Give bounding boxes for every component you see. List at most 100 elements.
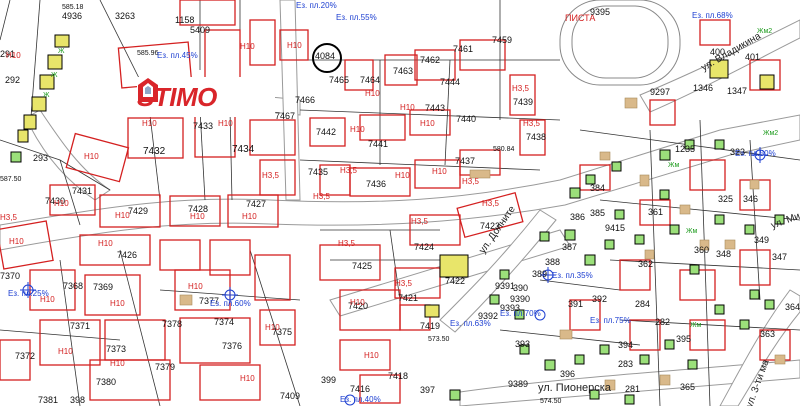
- parcel-label: 7442: [316, 127, 337, 137]
- cadastral-map[interactable]: STIMO 4084 ПИСТА 4936 3263 1158 5409 746…: [0, 0, 800, 406]
- parcel-label: 346: [743, 194, 759, 204]
- zone-code: Н10: [287, 41, 302, 50]
- zone-code: Н3,5: [482, 199, 499, 208]
- parcel-label: 362: [638, 259, 654, 269]
- zone-code: Н10: [54, 199, 69, 208]
- zone-code: Н3,5: [395, 279, 412, 288]
- parcel-label: 398: [70, 395, 86, 405]
- zone-code: Н3,5: [340, 166, 357, 175]
- parcel-label: 397: [420, 385, 436, 395]
- parcel-label: 385: [590, 208, 606, 218]
- parcel-label: 5409: [190, 25, 211, 35]
- zone-code: Н10: [110, 359, 125, 368]
- parcel-label: 7465: [329, 75, 350, 85]
- parcel-label: 7434: [232, 144, 255, 155]
- zone-label-green: Ж: [51, 72, 58, 79]
- parcel-label: 7371: [70, 321, 91, 331]
- parcel-label: 7373: [106, 344, 127, 354]
- zone-code: Н10: [9, 237, 24, 246]
- parcel-label: 283: [618, 359, 634, 369]
- zone-code: Н10: [218, 119, 233, 128]
- zone-code: Н10: [98, 239, 113, 248]
- zone-code: Н10: [365, 89, 380, 98]
- parcel-label: 361: [648, 207, 664, 217]
- parcel-label: 1347: [727, 86, 748, 96]
- zone-code: Н10: [242, 212, 257, 221]
- parcel-label: 7422: [445, 276, 466, 286]
- parcel-label: 7418: [388, 371, 409, 381]
- elevation-label: 585.96: [137, 50, 159, 57]
- zone-code: Н10: [110, 299, 125, 308]
- zone-code: Н3,5: [411, 217, 428, 226]
- parcel-label: 7381: [38, 395, 59, 405]
- parcel-label: 9390: [510, 294, 531, 304]
- zone-code: Н10: [240, 42, 255, 51]
- zone-code: Н10: [420, 119, 435, 128]
- zone-code: Н3,5: [0, 213, 17, 222]
- elevation-label: 580.84: [493, 146, 515, 153]
- coverage-note: Ез. пл.35%: [552, 271, 593, 280]
- parcel-label: 7409: [280, 391, 301, 401]
- parcel-label: 9395: [590, 7, 611, 17]
- parcel-label: 7374: [214, 317, 235, 327]
- parcel-label: 7459: [492, 35, 513, 45]
- parcel-label: 7466: [295, 95, 316, 105]
- zone-label-green: Жм: [668, 162, 680, 169]
- parcel-label: 7379: [155, 362, 176, 372]
- parcel-label: 349: [754, 235, 770, 245]
- zone-code: Н10: [188, 282, 203, 291]
- parcel-label: 395: [676, 334, 692, 344]
- elevation-label: 574.50: [540, 398, 562, 405]
- parcel-label: 390: [513, 283, 529, 293]
- parcel-label: 7380: [96, 377, 117, 387]
- coverage-note: Ез. пл.20%: [296, 1, 337, 10]
- parcel-label: 9297: [650, 87, 671, 97]
- zone-code: Н10: [58, 347, 73, 356]
- parcel-label: 7429: [128, 206, 149, 216]
- parcel-label: 1158: [175, 15, 195, 25]
- parcel-label: 292: [5, 75, 21, 85]
- parcel-label: 7441: [368, 139, 389, 149]
- parcel-label: 281: [625, 384, 641, 394]
- brand-logo: STIMO: [137, 77, 275, 117]
- parcel-label: 7444: [440, 77, 461, 87]
- zone-code: Н3,5: [262, 171, 279, 180]
- parcel-label: 7424: [414, 242, 435, 252]
- parcel-label: 393: [515, 339, 531, 349]
- coverage-note: Ез. пл.75%: [590, 316, 631, 325]
- zone-label-green: Жм: [690, 322, 702, 329]
- parcel-label: 7467: [275, 111, 296, 121]
- zone-label-green: Ж: [58, 48, 65, 55]
- parcel-label: 401: [745, 52, 761, 62]
- parcel-label: 7427: [246, 199, 267, 209]
- parcel-label: 7464: [360, 75, 381, 85]
- zone-code: Н10: [350, 125, 365, 134]
- parcel-label: 7436: [366, 179, 387, 189]
- elevation-label: 573.50: [428, 336, 450, 343]
- parcel-label: 7416: [350, 384, 371, 394]
- zone-label-green: Жм2: [757, 28, 773, 35]
- parcel-label: 7463: [393, 66, 414, 76]
- parcel-label: 386: [570, 212, 586, 222]
- house-logo-icon: [138, 78, 158, 102]
- parcel-label: 364: [785, 302, 800, 312]
- parcel-label: 392: [592, 294, 608, 304]
- zone-code: Н10: [84, 152, 99, 161]
- parcel-label: 7461: [453, 44, 474, 54]
- parcel-label: 7440: [456, 114, 477, 124]
- zone-code: Н10: [350, 298, 365, 307]
- parcel-label: 293: [33, 153, 49, 163]
- parcel-label: 7425: [352, 261, 373, 271]
- parcel-label: 325: [718, 194, 734, 204]
- zone-code: Н3,5: [523, 119, 540, 128]
- parcel-label: 9415: [605, 223, 626, 233]
- zone-code: Н3,5: [462, 177, 479, 186]
- parcel-label: 365: [680, 382, 696, 392]
- coverage-note: Ез. пл.60%: [210, 299, 251, 308]
- elevation-label: 587.50: [0, 176, 22, 183]
- parcel-label: 7433: [193, 121, 214, 131]
- parcel-label: 7437: [455, 156, 476, 166]
- parcel-label: 7421: [398, 293, 419, 303]
- marker-label: 4084: [315, 51, 336, 61]
- parcel-label: 9389: [508, 379, 529, 389]
